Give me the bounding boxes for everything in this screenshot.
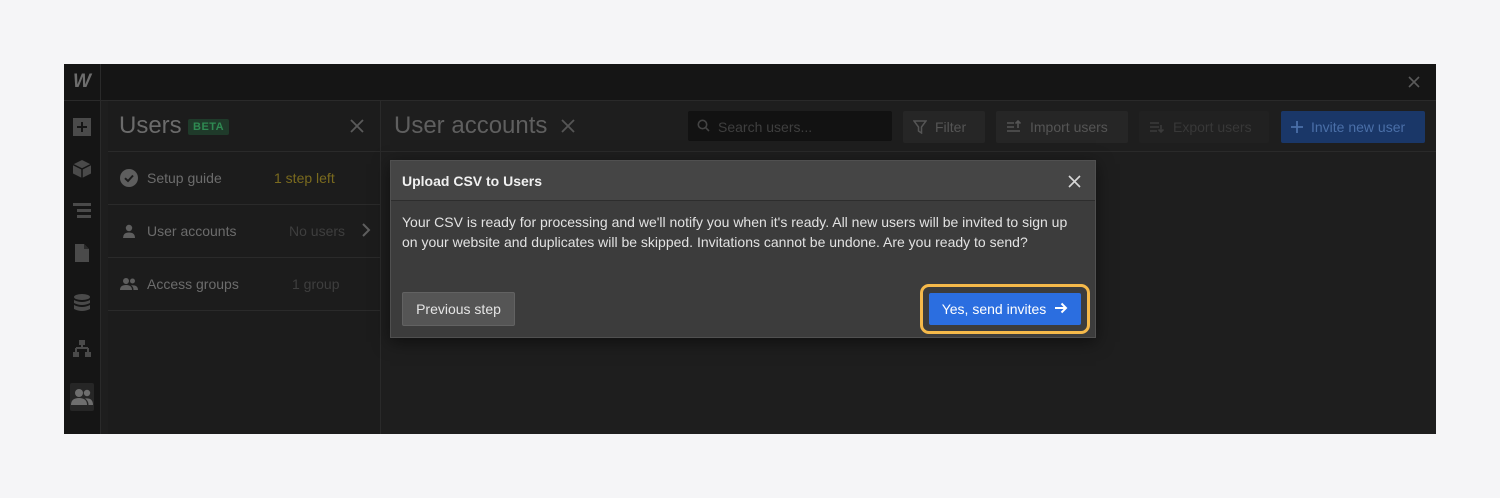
import-icon bbox=[1006, 120, 1022, 134]
database-icon[interactable] bbox=[70, 291, 94, 315]
panel-item-sub: 1 group bbox=[292, 276, 340, 292]
import-users-button[interactable]: Import users bbox=[996, 111, 1128, 143]
logic-icon[interactable] bbox=[70, 337, 94, 361]
page-title: User accounts bbox=[394, 112, 548, 139]
left-rail bbox=[64, 101, 101, 434]
search-input[interactable] bbox=[716, 117, 890, 137]
user-icon bbox=[119, 221, 139, 241]
users-panel: Users BETA Setup guide 1 step left User … bbox=[108, 101, 381, 434]
logo: W bbox=[64, 64, 101, 100]
export-users-button[interactable]: Export users bbox=[1139, 111, 1269, 143]
close-icon[interactable] bbox=[1402, 70, 1426, 94]
dialog-message: Your CSV is ready for processing and we'… bbox=[402, 214, 1068, 250]
top-bar: W bbox=[64, 64, 1436, 101]
panel-item-label: Setup guide bbox=[147, 170, 222, 186]
add-icon[interactable] bbox=[70, 115, 94, 139]
search-field[interactable] bbox=[688, 111, 892, 141]
panel-header: Users BETA bbox=[108, 101, 380, 152]
invite-new-user-button[interactable]: Invite new user bbox=[1281, 111, 1425, 143]
export-users-label: Export users bbox=[1173, 119, 1252, 135]
dialog-title: Upload CSV to Users bbox=[402, 173, 543, 189]
panel-title: Users bbox=[119, 112, 182, 139]
panel-item-user-accounts[interactable]: User accounts No users bbox=[108, 205, 380, 258]
previous-step-button[interactable]: Previous step bbox=[402, 292, 515, 326]
close-icon[interactable] bbox=[1063, 170, 1085, 192]
panel-item-label: Access groups bbox=[147, 276, 239, 292]
panel-item-label: User accounts bbox=[147, 223, 237, 239]
users-icon bbox=[119, 274, 139, 294]
page-icon[interactable] bbox=[70, 241, 94, 265]
send-invites-button[interactable]: Yes, send invites bbox=[929, 293, 1081, 325]
close-icon[interactable] bbox=[557, 115, 579, 137]
panel-item-sub: No users bbox=[289, 223, 346, 239]
dialog-header: Upload CSV to Users bbox=[391, 161, 1095, 201]
send-invites-label: Yes, send invites bbox=[941, 301, 1047, 317]
invite-new-user-label: Invite new user bbox=[1311, 119, 1406, 135]
close-icon[interactable] bbox=[346, 115, 368, 137]
panel-item-sub: 1 step left bbox=[274, 170, 335, 186]
search-icon bbox=[697, 119, 710, 137]
users-icon[interactable] bbox=[70, 383, 94, 411]
arrow-right-icon bbox=[1054, 301, 1068, 317]
filter-icon bbox=[913, 120, 927, 134]
panel-item-access-groups[interactable]: Access groups 1 group bbox=[108, 258, 380, 311]
panel-item-setup-guide[interactable]: Setup guide 1 step left bbox=[108, 152, 380, 205]
app-window: W Users BETA Setup guide 1 step left Use… bbox=[64, 64, 1436, 434]
export-icon bbox=[1149, 120, 1165, 134]
navigator-icon[interactable] bbox=[70, 199, 94, 223]
check-circle-icon bbox=[119, 168, 139, 188]
chevron-right-icon bbox=[360, 221, 372, 244]
filter-button[interactable]: Filter bbox=[903, 111, 985, 143]
box-icon[interactable] bbox=[70, 157, 94, 181]
beta-badge: BETA bbox=[188, 119, 230, 135]
upload-csv-dialog: Upload CSV to Users Your CSV is ready fo… bbox=[390, 160, 1096, 338]
main-header: User accounts Filter Import users bbox=[381, 101, 1436, 152]
filter-label: Filter bbox=[935, 119, 967, 135]
plus-icon bbox=[1291, 121, 1303, 133]
import-users-label: Import users bbox=[1030, 119, 1108, 135]
send-invites-highlight: Yes, send invites bbox=[920, 284, 1090, 334]
